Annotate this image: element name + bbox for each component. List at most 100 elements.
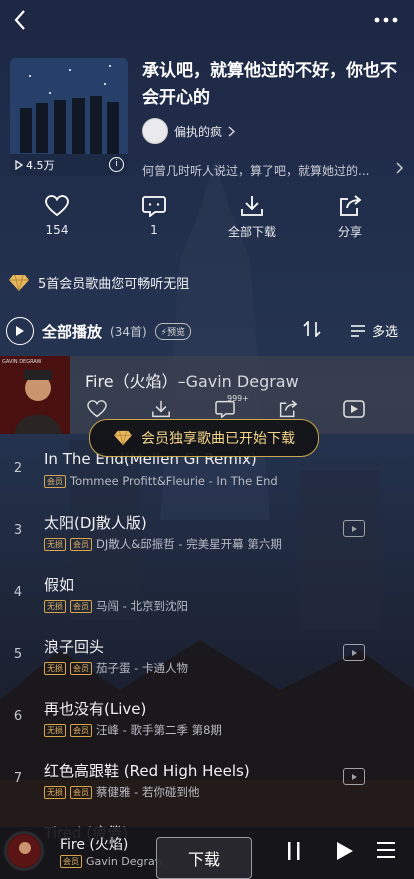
quality-tag: 会员 — [70, 785, 92, 799]
play-all-button[interactable]: 全部播放 (34首) ⚡预览 — [6, 317, 191, 345]
song-artist-album: 茄子蛋 - 卡通人物 — [96, 661, 188, 675]
heart-icon[interactable] — [87, 400, 107, 418]
toast-text: 会员独享歌曲已开始下载 — [141, 431, 295, 447]
mv-icon[interactable] — [343, 768, 365, 785]
song-title: 再也没有(Live) — [44, 700, 147, 718]
list-select-icon — [351, 324, 365, 337]
song-index: 4 — [13, 585, 23, 600]
quality-tag: 无损 — [44, 599, 66, 613]
quality-tag: 会员 — [70, 537, 92, 551]
preview-badge[interactable]: ⚡预览 — [154, 322, 191, 340]
mv-icon[interactable] — [343, 644, 365, 661]
song-row[interactable]: 3 太阳(DJ散人版) 无损 会员 DJ散人&邱振哲 - 完美星开幕 第六期 — [0, 500, 414, 562]
song-artist-album: 汪峰 - 歌手第二季 第8期 — [96, 723, 222, 737]
song-row[interactable]: 7 红色高跟鞋 (Red High Heels) 无损 会员 蔡健雅 - 若你碰到他 — [0, 748, 414, 810]
diamond-icon — [114, 430, 132, 446]
multi-select-button[interactable]: 多选 — [350, 321, 398, 340]
multi-select-label: 多选 — [372, 325, 399, 340]
song-index: 7 — [13, 771, 23, 786]
playlist-menu-icon[interactable] — [376, 841, 396, 859]
vip-tip-text: 5首会员歌曲您可畅听无阻 — [38, 277, 190, 292]
pause-icon[interactable] — [286, 841, 302, 861]
mv-icon[interactable] — [343, 520, 365, 537]
song-subtitle: 无损 会员 马闯 - 北京到沈阳 — [44, 598, 188, 614]
share-icon[interactable] — [278, 400, 298, 418]
song-artist-album: 马闯 - 北京到沈阳 — [96, 599, 188, 613]
song-subtitle: 无损 会员 DJ散人&邱振哲 - 完美星开幕 第六期 — [44, 536, 282, 552]
quality-tag: 无损 — [44, 785, 66, 799]
download-all-label: 全部下载 — [227, 225, 276, 239]
more-button[interactable] — [372, 6, 400, 34]
play-count-value: 4.5万 — [26, 159, 55, 172]
heart-icon — [45, 195, 69, 217]
chevron-right-icon — [228, 125, 236, 137]
chevron-left-icon — [14, 10, 25, 30]
mv-icon[interactable] — [343, 400, 365, 418]
download-icon[interactable] — [151, 400, 171, 418]
quality-tag: 无损 — [44, 537, 66, 551]
sort-icon — [303, 320, 321, 338]
song-subtitle: 无损 会员 茄子蛋 - 卡通人物 — [44, 660, 188, 676]
vip-tip[interactable]: 5首会员歌曲您可畅听无阻 — [8, 273, 189, 292]
song-index: 5 — [13, 647, 23, 662]
play-icon[interactable] — [336, 841, 354, 861]
comment-button[interactable]: 1 — [114, 195, 194, 237]
top-bar — [0, 0, 414, 44]
description-text: 何曾几时听人说过，算了吧，就算她过的... — [142, 164, 370, 178]
quality-tag: 无损 — [44, 723, 66, 737]
song-artist: –Gavin Degraw — [177, 372, 299, 391]
download-icon — [241, 196, 263, 216]
play-circle-icon — [6, 317, 34, 345]
download-all-button[interactable]: 全部下载 — [212, 195, 292, 240]
back-button[interactable] — [6, 6, 34, 34]
sort-button[interactable] — [303, 320, 321, 341]
mini-player-title: Fire (火焰) — [60, 837, 129, 853]
song-artist-album: DJ散人&邱振哲 - 完美星开幕 第六期 — [96, 537, 282, 551]
song-count: (34首) — [110, 324, 147, 339]
song-title: 假如 — [44, 576, 75, 594]
song-row[interactable]: 6 再也没有(Live) 无损 会员 汪峰 - 歌手第二季 第8期 — [0, 686, 414, 748]
song-row[interactable]: 4 假如无损 会员 马闯 - 北京到沈阳 — [0, 562, 414, 624]
share-button[interactable]: 分享 — [310, 195, 390, 240]
song-artist-album: 蔡健雅 - 若你碰到他 — [96, 785, 200, 799]
song-index: 3 — [13, 523, 23, 538]
comment-count: 1 — [150, 223, 158, 237]
mini-player-subtitle: 会员 Gavin Degraw — [60, 855, 164, 868]
mini-player-artist: Gavin Degraw — [86, 855, 164, 868]
song-name: Fire（火焰） — [85, 372, 178, 391]
song-artist-album: Tommee Profitt&Fleurie - In The End — [70, 474, 278, 488]
chevron-right-icon — [396, 162, 404, 174]
diamond-icon — [9, 274, 29, 291]
action-bar: 154 1 全部下载 分享 — [0, 195, 414, 245]
playlist-cover[interactable]: 4.5万 i — [10, 58, 128, 176]
info-icon[interactable]: i — [109, 157, 124, 172]
playlist-title: 承认吧，就算他过的不好，你也不会开心的 — [142, 61, 397, 108]
song-title: Fire（火焰）–Gavin Degraw — [85, 368, 299, 392]
song-index: 6 — [13, 709, 23, 724]
play-count: 4.5万 — [14, 157, 55, 173]
comment-count-badge: 999+ — [227, 394, 249, 403]
playlist-description[interactable]: 何曾几时听人说过，算了吧，就算她过的... — [142, 162, 404, 179]
favorite-count: 154 — [45, 223, 69, 237]
creator-link[interactable]: 偏执的疯 — [142, 118, 236, 144]
favorite-button[interactable]: 154 — [17, 195, 97, 237]
mini-player-cover[interactable] — [4, 831, 44, 871]
avatar — [142, 118, 168, 144]
share-icon — [340, 195, 362, 216]
quality-tag: 会员 — [70, 661, 92, 675]
vip-tag: 会员 — [60, 855, 82, 868]
quality-tag: 会员 — [44, 474, 66, 488]
play-all-bar: 全部播放 (34首) ⚡预览 多选 — [0, 315, 414, 349]
song-title: 太阳(DJ散人版) — [44, 514, 147, 532]
download-button[interactable]: 下载 — [156, 837, 252, 879]
song-thumbnail: GAVIN DEGRAW — [0, 356, 70, 434]
song-index: 2 — [13, 461, 23, 476]
quality-tag: 无损 — [44, 661, 66, 675]
song-row[interactable]: 5 浪子回头 无损 会员 茄子蛋 - 卡通人物 — [0, 624, 414, 686]
song-subtitle: 会员 Tommee Profitt&Fleurie - In The End — [44, 474, 278, 488]
share-label: 分享 — [337, 225, 362, 239]
quality-tag: 会员 — [70, 599, 92, 613]
play-all-label: 全部播放 — [42, 322, 103, 341]
mini-player[interactable]: Fire (火焰) 会员 Gavin Degraw 下载 — [0, 827, 414, 879]
download-toast: 会员独享歌曲已开始下载 — [89, 419, 319, 457]
